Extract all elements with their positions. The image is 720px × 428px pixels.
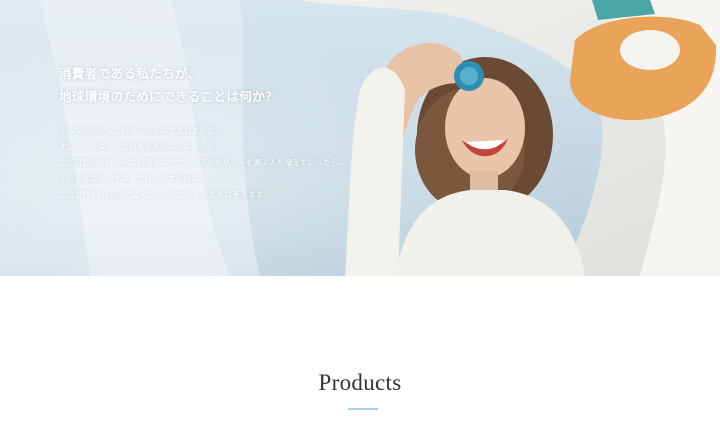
hero-body-text: そんな視点からこのブランドは生まれました。 オシャレを楽しむ気持ちを大切にしなが… (59, 123, 347, 203)
hero-headline: 消費者である私たちが、 地球環境のためにできることは何か？ (59, 62, 278, 108)
hero-body-line-5: この世界をHappyに変えていくのだと、私たちは考えます。 (59, 190, 271, 199)
products-heading: Products (318, 370, 402, 395)
hero-body-line-4: その変化は少しずつ、だけども本質的に、 (59, 174, 207, 183)
hero-body-line-2: オシャレを楽しむ気持ちを大切にしながらも、 (59, 142, 223, 151)
hero-body-line-3: ただ可愛いだけじゃない環境にやさしいアクセサリーを選ぶ人が増えていったら… (59, 158, 347, 167)
hero-headline-line-2: 地球環境のためにできることは何か？ (59, 89, 279, 104)
hero-body-line-1: そんな視点からこのブランドは生まれました。 (59, 126, 223, 135)
hero-headline-line-1: 消費者である私たちが、 (59, 66, 201, 81)
products-section: Products (0, 276, 720, 428)
hero-banner: 消費者である私たちが、 地球環境のためにできることは何か？ そんな視点からこのブ… (0, 0, 720, 276)
products-heading-underline (348, 408, 378, 410)
